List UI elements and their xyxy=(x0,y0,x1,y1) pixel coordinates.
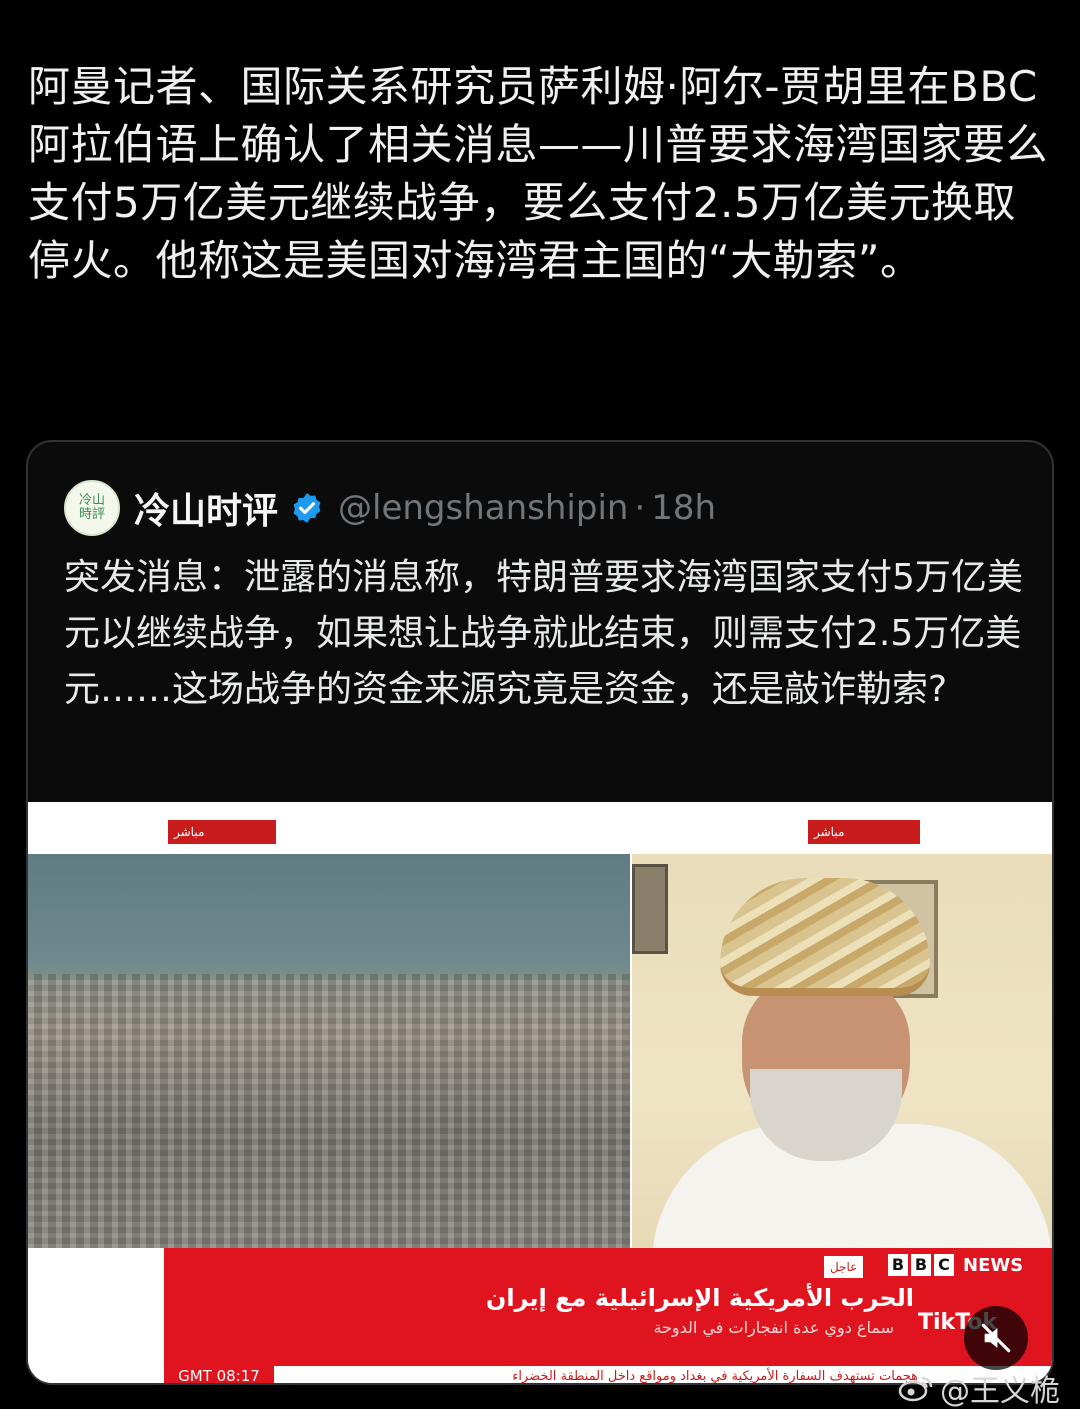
avatar-text: 冷山時評 xyxy=(78,493,105,522)
video-media[interactable]: مباشر مباشر عاجل B B C NEWS الحرب الأمري… xyxy=(28,802,1052,1384)
separator-dot: · xyxy=(634,488,646,528)
post-time[interactable]: 18h xyxy=(651,488,716,528)
watermark-text: @王义桅 xyxy=(940,1374,1060,1409)
post-text: 阿曼记者、国际关系研究员萨利姆·阿尔-贾胡里在BBC阿拉伯语上确认了相关消息——… xyxy=(28,62,1049,285)
bbc-news-logo: B B C NEWS xyxy=(888,1254,1023,1276)
author-avatar[interactable]: 冷山時評 xyxy=(64,480,120,536)
weibo-watermark: @王义桅 xyxy=(898,1366,1060,1409)
news-lower-third: عاجل B B C NEWS الحرب الأمريكية الإسرائي… xyxy=(28,1248,1052,1384)
mute-button[interactable] xyxy=(964,1306,1028,1370)
news-ticker: هجمات تستهدف السفارة الأمريكية في بغداد … xyxy=(512,1369,918,1384)
quoted-tweet-card[interactable]: 冷山時評 冷山时评 @lengshanshipin · 18h 突发消息：泄露的… xyxy=(26,440,1054,1385)
verified-badge-icon xyxy=(293,493,321,523)
author-handle[interactable]: @lengshanshipin xyxy=(338,488,628,528)
city-texture xyxy=(28,974,630,1249)
arabic-subline: سماع دوي عدة انفجارات في الدوحة xyxy=(653,1318,894,1337)
wall-frame xyxy=(632,864,668,954)
red-banner: عاجل B B C NEWS الحرب الأمريكية الإسرائي… xyxy=(164,1248,1052,1366)
weibo-logo-icon xyxy=(898,1376,933,1402)
live-tag-right: مباشر xyxy=(808,820,920,844)
author-name[interactable]: 冷山时评 xyxy=(134,482,278,534)
arabic-headline: الحرب الأمريكية الإسرائيلية مع إيران xyxy=(485,1284,914,1312)
breaking-tag: عاجل xyxy=(824,1256,864,1278)
city-aerial-view xyxy=(28,854,630,1249)
speaker-muted-icon xyxy=(981,1323,1011,1353)
quoted-tweet-text: 突发消息：泄露的消息称，特朗普要求海湾国家支付5万亿美元以继续战争，如果想让战争… xyxy=(64,557,1023,710)
bbc-letter: B xyxy=(911,1254,931,1276)
live-tag-left: مباشر xyxy=(168,820,276,844)
gmt-clock: GMT 08:17 xyxy=(164,1366,274,1383)
bbc-letter: B xyxy=(888,1254,908,1276)
quoted-tweet-header: 冷山時評 冷山时评 @lengshanshipin · 18h xyxy=(64,478,716,538)
interviewee-view xyxy=(632,854,1052,1249)
news-word: NEWS xyxy=(963,1254,1024,1276)
bbc-letter: C xyxy=(934,1254,954,1276)
